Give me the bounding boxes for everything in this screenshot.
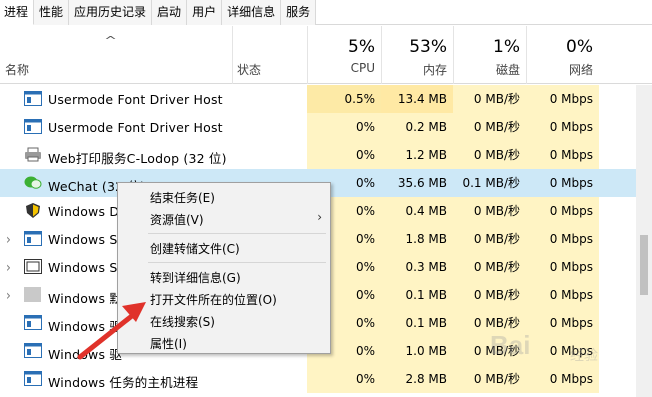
arrow-shaft [77, 312, 136, 360]
annotation-arrow [77, 302, 146, 360]
